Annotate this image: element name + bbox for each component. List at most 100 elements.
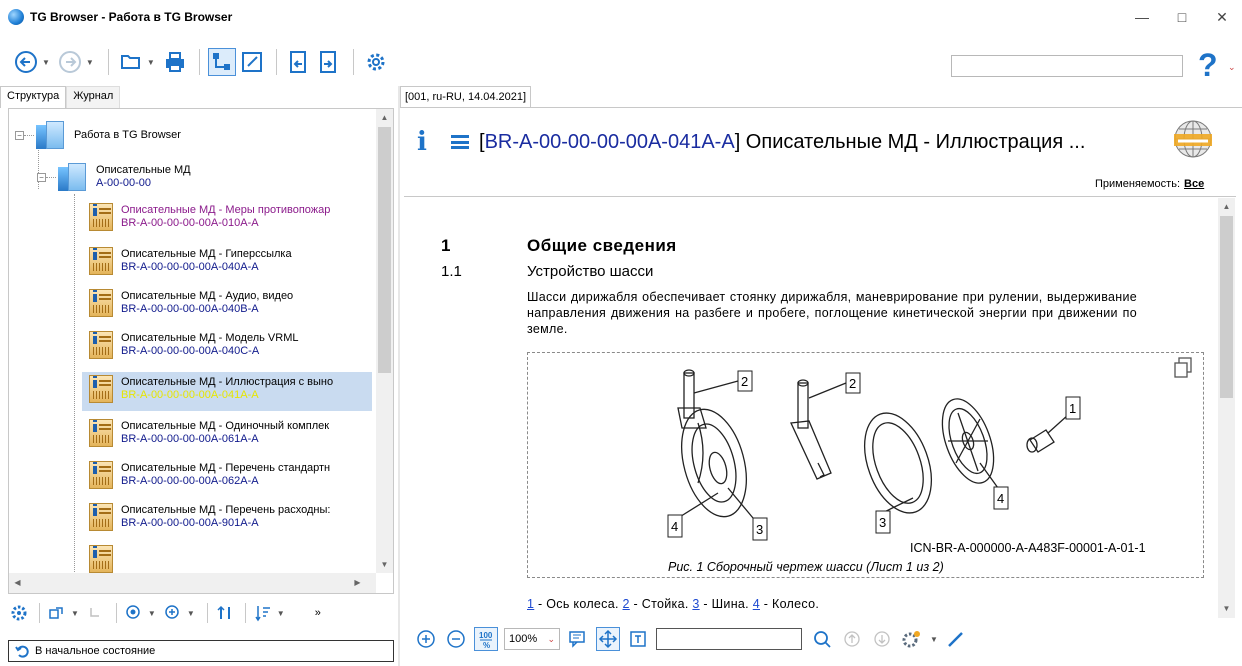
folder-code: A-00-00-00 (96, 177, 152, 189)
search-input[interactable] (951, 55, 1183, 77)
pan-mode-button[interactable] (596, 627, 620, 651)
tree-vertical-scrollbar[interactable]: ▲ ▼ (376, 109, 393, 573)
subsection-number: 1.1 (441, 263, 462, 280)
document-vertical-scrollbar[interactable]: ▲ ▼ (1218, 198, 1235, 618)
tree-node-item[interactable]: Описательные МД - Меры противопожар BR-A… (89, 203, 330, 231)
open-button[interactable] (117, 48, 145, 76)
document-toolbar: 100% 100% ⌄ ▼ (404, 622, 1242, 656)
find-text-button[interactable] (810, 627, 834, 651)
tree-node-item[interactable]: Описательные МД - Одиночный комплек BR-A… (89, 419, 329, 447)
structure-toggle-button[interactable] (207, 48, 236, 76)
tree-connector (74, 194, 75, 593)
document-icon (89, 203, 113, 231)
print-button[interactable] (161, 48, 189, 76)
arrow-down-circle-icon (874, 631, 890, 647)
find-next-text-button[interactable] (870, 627, 894, 651)
document-icon (89, 375, 113, 403)
view-settings-button[interactable] (900, 627, 924, 651)
previous-document-button[interactable] (285, 48, 313, 76)
move-arrows-icon (598, 629, 618, 649)
tree-node-item[interactable]: Описательные МД - Перечень стандартн BR-… (89, 461, 330, 489)
scroll-down-icon[interactable]: ▼ (1218, 600, 1235, 617)
help-dropdown-icon[interactable]: ⌄ (1228, 62, 1236, 73)
tree-horizontal-scrollbar[interactable]: ◀ ▶ (9, 573, 376, 593)
tab-journal[interactable]: Журнал (66, 86, 121, 108)
copy-icon[interactable] (1173, 357, 1193, 379)
tree-node-folder[interactable]: − Описательные МД A-00-00-00 (37, 161, 191, 193)
next-document-button[interactable] (315, 48, 343, 76)
tree-node-item[interactable]: Описательные МД - Аудио, видео BR-A-00-0… (89, 289, 293, 317)
header-divider (404, 196, 1236, 197)
maximize-button[interactable]: □ (1162, 0, 1202, 34)
search-icon (126, 605, 140, 619)
sort-dropdown-icon[interactable]: ▼ (277, 609, 285, 618)
svg-text:100: 100 (479, 631, 493, 640)
tree-node-item-selected[interactable]: Описательные МД - Иллюстрация с выно BR-… (89, 375, 333, 403)
open-dropdown-icon[interactable]: ▼ (147, 58, 155, 67)
percent-100-icon: 100% (479, 631, 493, 649)
document-icon (89, 545, 113, 573)
minimize-button[interactable]: — (1122, 0, 1162, 34)
find-text-input[interactable] (656, 628, 802, 650)
reset-state-button[interactable]: В начальное состояние (8, 640, 394, 662)
scroll-left-icon[interactable]: ◀ (9, 574, 26, 591)
legend-link-2[interactable]: 2 (623, 597, 630, 611)
menu-icon[interactable] (451, 135, 469, 149)
view-settings-dropdown-icon[interactable]: ▼ (930, 635, 938, 644)
overflow-chevron-icon[interactable]: » (315, 607, 321, 619)
find-next-button[interactable] (162, 602, 184, 624)
collapse-tree-button[interactable] (85, 602, 107, 624)
tree-settings-button[interactable] (8, 602, 30, 624)
back-dropdown-icon[interactable]: ▼ (42, 58, 50, 67)
collapse-icon[interactable]: − (15, 130, 24, 140)
annotate-button[interactable] (944, 627, 968, 651)
tree-node-item[interactable]: Описательные МД - Модель VRML BR-A-00-00… (89, 331, 299, 359)
structure-tree: − Работа в TG Browser − Описательные МД … (8, 108, 394, 594)
toolbar-separator (115, 603, 117, 623)
scroll-up-icon[interactable]: ▲ (376, 109, 393, 126)
zoom-in-button[interactable] (414, 627, 438, 651)
zoom-select[interactable]: 100% ⌄ (504, 628, 560, 650)
settings-button[interactable] (362, 48, 390, 76)
back-button[interactable] (12, 48, 40, 76)
applicability-value-link[interactable]: Все (1184, 178, 1204, 190)
tab-structure[interactable]: Структура (0, 86, 67, 108)
text-select-button[interactable] (626, 627, 650, 651)
find-next-dropdown-icon[interactable]: ▼ (187, 609, 195, 618)
legend-link-4[interactable]: 4 (753, 597, 760, 611)
toolbar-separator (107, 49, 109, 75)
expand-button[interactable] (46, 602, 68, 624)
tree-node-item-partial[interactable] (89, 545, 113, 573)
find-previous-button[interactable] (840, 627, 864, 651)
expand-dropdown-icon[interactable]: ▼ (71, 609, 79, 618)
zoom-out-button[interactable] (444, 627, 468, 651)
collapse-icon[interactable]: − (37, 172, 46, 182)
scroll-down-icon[interactable]: ▼ (376, 556, 393, 573)
edit-button[interactable] (238, 48, 266, 76)
chevron-down-icon: ⌄ (547, 633, 555, 644)
document-icon (89, 419, 113, 447)
sort-button[interactable] (252, 602, 274, 624)
forward-dropdown-icon[interactable]: ▼ (86, 58, 94, 67)
tree-node-item[interactable]: Описательные МД - Гиперссылка BR-A-00-00… (89, 247, 292, 275)
info-icon[interactable]: i (417, 127, 437, 157)
legend-link-3[interactable]: 3 (692, 597, 699, 611)
scroll-thumb[interactable] (1220, 216, 1233, 398)
scroll-up-icon[interactable]: ▲ (1218, 198, 1235, 215)
actual-size-button[interactable]: 100% (474, 627, 498, 651)
sync-button[interactable] (214, 602, 236, 624)
help-button[interactable]: ? (1198, 47, 1218, 84)
scroll-right-icon[interactable]: ▶ (349, 574, 366, 591)
tree-node-item[interactable]: Описательные МД - Перечень расходны: BR-… (89, 503, 330, 531)
comments-button[interactable] (566, 627, 590, 651)
find-dropdown-icon[interactable]: ▼ (148, 609, 156, 618)
left-panel-tabs: Структура Журнал (0, 86, 121, 108)
find-button[interactable] (123, 602, 145, 624)
forward-button[interactable] (56, 48, 84, 76)
scroll-thumb[interactable] (378, 127, 391, 373)
tree-node-root[interactable]: − Работа в TG Browser (15, 119, 181, 151)
document-icon (89, 289, 113, 317)
document-tab[interactable]: [001, ru-RU, 14.04.2021] (400, 86, 532, 108)
close-button[interactable]: ✕ (1202, 0, 1242, 34)
tree-node-label: Описательные МД - Перечень стандартн (121, 462, 331, 474)
